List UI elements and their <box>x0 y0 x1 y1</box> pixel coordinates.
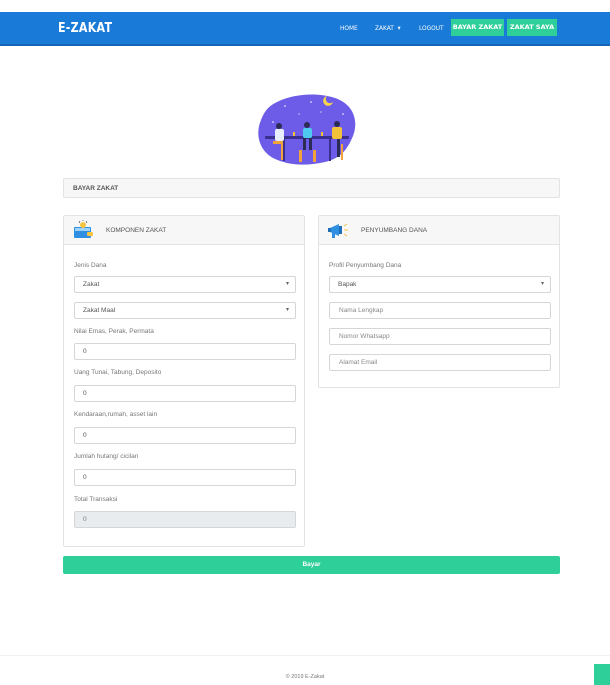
chevron-down-icon: ▾ <box>540 281 544 287</box>
navbar: E-ZAKAT HOME ZAKAT ▾ LOGOUT BAYAR ZAKAT … <box>0 12 610 46</box>
kendaraan-input[interactable]: 0 <box>74 427 296 444</box>
brand-logo[interactable]: E-ZAKAT <box>58 21 112 36</box>
chevron-down-icon: ▾ <box>397 24 401 32</box>
jenis-dana-label: Jenis Dana <box>74 262 107 269</box>
alamat-email-input[interactable]: Alamat Email <box>329 354 551 371</box>
komponen-zakat-header: KOMPONEN ZAKAT <box>64 216 304 245</box>
jenis-zakat-select[interactable]: Zakat Maal ▾ <box>74 302 296 319</box>
nav-zakat-saya-button[interactable]: ZAKAT SAYA <box>507 19 557 36</box>
chevron-down-icon: ▾ <box>285 307 289 313</box>
hutang-input[interactable]: 0 <box>74 469 296 486</box>
total-transaksi-label: Total Transaksi <box>74 496 118 503</box>
nav-bayar-zakat-button[interactable]: BAYAR ZAKAT <box>451 19 504 36</box>
total-transaksi-field: 0 <box>74 511 296 528</box>
bayar-button[interactable]: Bayar <box>63 556 560 574</box>
page-title: BAYAR ZAKAT <box>73 185 119 192</box>
page-title-bar: BAYAR ZAKAT <box>63 178 560 198</box>
nama-lengkap-input[interactable]: Nama Lengkap <box>329 302 551 319</box>
footer-divider <box>0 655 610 656</box>
jenis-dana-select[interactable]: Zakat ▾ <box>74 276 296 293</box>
profil-penyumbang-select[interactable]: Bapak ▾ <box>329 276 551 293</box>
scroll-to-top-button[interactable] <box>594 664 610 685</box>
footer-copyright: © 2019 E-Zakat <box>285 674 325 680</box>
komponen-zakat-title: KOMPONEN ZAKAT <box>106 227 167 234</box>
nomor-whatsapp-input[interactable]: Nomor Whatsapp <box>329 328 551 345</box>
emas-label: Nilai Emas, Perak, Permata <box>74 328 154 335</box>
profil-penyumbang-value: Bapak <box>338 281 357 288</box>
nav-zakat-dropdown[interactable]: ZAKAT ▾ <box>375 24 401 32</box>
uang-label: Uang Tunai, Tabung, Deposito <box>74 369 162 376</box>
emas-input[interactable]: 0 <box>74 343 296 360</box>
jenis-zakat-value: Zakat Maal <box>83 307 116 314</box>
penyumbang-dana-title: PENYUMBANG DANA <box>361 227 428 234</box>
uang-input[interactable]: 0 <box>74 385 296 402</box>
kendaraan-label: Kendaraan,rumah, asset lain <box>74 411 158 418</box>
penyumbang-dana-header: PENYUMBANG DANA <box>319 216 559 245</box>
hero-illustration <box>258 94 356 165</box>
jenis-dana-value: Zakat <box>83 281 100 288</box>
hutang-label: Jumlah hutang/ cicilan <box>74 453 139 460</box>
wallet-icon <box>74 220 93 238</box>
profil-penyumbang-label: Profil Penyumbang Dana <box>329 262 402 269</box>
chevron-down-icon: ▾ <box>285 281 289 287</box>
nav-zakat-label: ZAKAT <box>375 24 394 32</box>
nav-home[interactable]: HOME <box>340 24 358 32</box>
megaphone-icon <box>328 223 348 238</box>
penyumbang-dana-panel: PENYUMBANG DANA Profil Penyumbang Dana B… <box>318 215 560 388</box>
nav-logout[interactable]: LOGOUT <box>419 24 444 32</box>
komponen-zakat-panel: KOMPONEN ZAKAT Jenis Dana Zakat ▾ Zakat … <box>63 215 305 547</box>
